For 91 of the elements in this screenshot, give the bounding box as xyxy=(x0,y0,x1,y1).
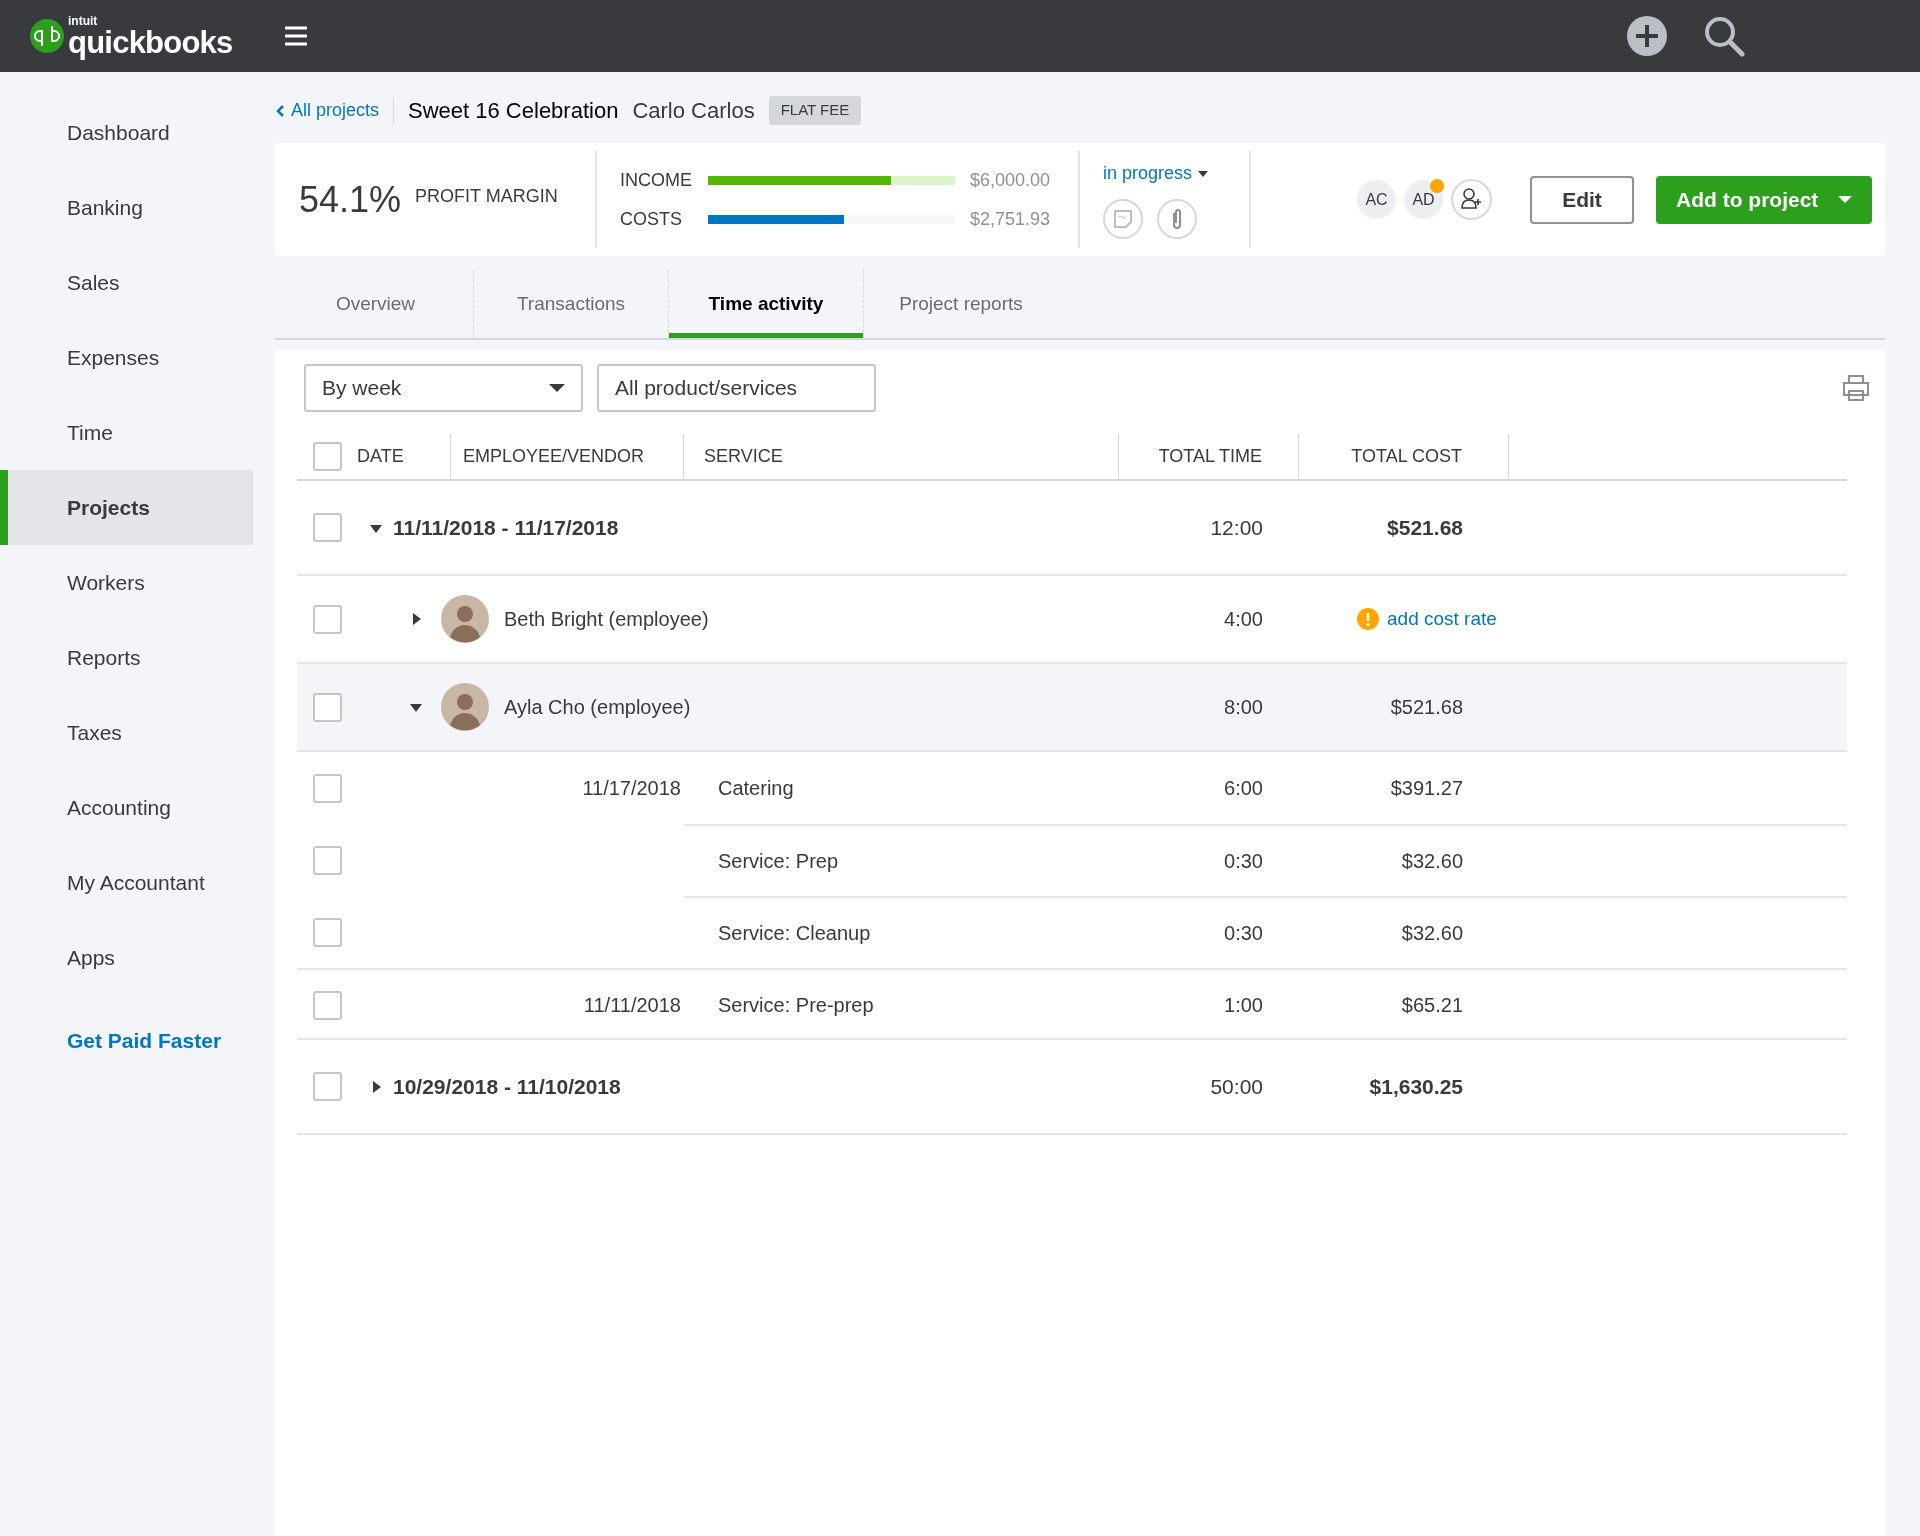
logo-caption: intuit xyxy=(68,14,99,27)
checkbox[interactable] xyxy=(313,692,342,722)
checkbox[interactable] xyxy=(313,917,342,947)
table-cell-text: 50:00 xyxy=(1209,1073,1264,1100)
menu-icon[interactable] xyxy=(282,25,309,47)
column-header: DATE xyxy=(357,445,404,468)
product-filter[interactable]: All product/services xyxy=(597,364,876,412)
sidebar-item[interactable]: Workers xyxy=(0,545,253,620)
caret-down-icon xyxy=(1198,169,1209,178)
member-avatar[interactable]: AD xyxy=(1404,180,1443,219)
checkbox[interactable] xyxy=(313,442,342,471)
project-title: Sweet 16 Celebration xyxy=(408,97,619,125)
bar-label: COSTS xyxy=(620,207,683,231)
sidebar-item[interactable]: Apps xyxy=(0,920,253,995)
profit-margin-label: PROFIT MARGIN xyxy=(415,185,558,208)
chevron-left-icon xyxy=(275,103,285,118)
service-name: Service: Prep xyxy=(718,849,839,874)
tab[interactable]: Time activity xyxy=(669,270,863,338)
column-header: SERVICE xyxy=(704,445,783,468)
table-cell-text: $521.68 xyxy=(1389,695,1464,720)
column-header: TOTAL TIME xyxy=(1158,445,1262,468)
attachment-icon[interactable] xyxy=(1157,199,1197,239)
caret-down-icon xyxy=(1838,195,1852,204)
sidebar-item[interactable]: Projects xyxy=(0,470,253,545)
back-link[interactable]: All projects xyxy=(275,97,395,124)
sidebar-item[interactable]: My Accountant xyxy=(0,845,253,920)
table-cell-text: $1,630.25 xyxy=(1368,1073,1464,1100)
checkbox[interactable] xyxy=(313,845,342,875)
bar-value: $2,751.93 xyxy=(968,207,1050,231)
avatar-icon xyxy=(441,595,489,643)
checkbox[interactable] xyxy=(313,513,342,542)
table-cell-text: 8:00 xyxy=(1223,695,1264,720)
entry-date: 11/17/2018 xyxy=(582,776,681,801)
sidebar-item[interactable]: Expenses xyxy=(0,320,253,395)
table-cell-text: $65.21 xyxy=(1400,993,1464,1018)
table-cell-text: 12:00 xyxy=(1209,514,1264,541)
member-avatar[interactable]: AC xyxy=(1357,180,1396,219)
table-cell-text: $32.60 xyxy=(1400,921,1464,946)
edit-button[interactable]: Edit xyxy=(1530,175,1634,224)
bar-label: INCOME xyxy=(620,168,693,192)
sidebar-item[interactable]: Banking xyxy=(0,170,253,245)
service-name: Service: Pre-prep xyxy=(718,993,874,1018)
search-icon[interactable] xyxy=(1703,15,1745,57)
employee-name: Beth Bright (employee) xyxy=(504,607,709,632)
column-header: EMPLOYEE/VENDOR xyxy=(463,445,645,468)
tab[interactable]: Project reports xyxy=(864,270,1058,338)
week-range: 10/29/2018 - 11/10/2018 xyxy=(393,1073,621,1100)
sidebar-item[interactable]: Reports xyxy=(0,620,253,695)
checkbox[interactable] xyxy=(313,990,342,1020)
status-dropdown[interactable]: in progress xyxy=(1103,160,1249,187)
checkbox[interactable] xyxy=(313,1072,342,1101)
tab[interactable]: Transactions xyxy=(474,270,668,338)
sidebar-item[interactable]: Accounting xyxy=(0,770,253,845)
bar-value: $6,000.00 xyxy=(968,168,1050,192)
warning-icon xyxy=(1357,608,1379,630)
sidebar-item[interactable]: Sales xyxy=(0,245,253,320)
table-cell-text: $521.68 xyxy=(1386,514,1464,541)
table-cell-text: 0:30 xyxy=(1224,921,1263,946)
logo-icon xyxy=(30,19,64,53)
table-cell-text: $391.27 xyxy=(1389,776,1464,801)
promo-link[interactable]: Get Paid Faster xyxy=(0,1025,253,1057)
entry-date: 11/11/2018 xyxy=(583,993,681,1018)
sidebar-item[interactable]: Dashboard xyxy=(0,95,253,170)
table-cell-text: $32.60 xyxy=(1400,849,1464,874)
period-dropdown[interactable]: By week xyxy=(304,364,583,412)
table-cell-text: 0:30 xyxy=(1224,849,1263,874)
customer-name: Carlo Carlos xyxy=(632,97,755,125)
checkbox[interactable] xyxy=(313,773,342,803)
service-name: Catering xyxy=(718,776,794,801)
column-header: TOTAL COST xyxy=(1351,445,1462,468)
add-icon[interactable] xyxy=(1627,16,1667,56)
fee-tag: FLAT FEE xyxy=(768,96,862,125)
print-icon[interactable] xyxy=(1841,373,1871,403)
add-user-icon[interactable] xyxy=(1451,179,1492,220)
tab[interactable]: Overview xyxy=(278,270,473,338)
caret-down-icon xyxy=(549,383,565,393)
employee-row[interactable]: Ayla Cho (employee) 8:00 $521.68 xyxy=(297,664,1847,752)
checkbox[interactable] xyxy=(313,604,342,634)
profit-margin-value: 54.1% xyxy=(299,177,402,222)
sidebar-item[interactable]: Time xyxy=(0,395,253,470)
avatar-icon xyxy=(441,683,489,731)
table-cell-text: 6:00 xyxy=(1224,776,1263,801)
employee-name: Ayla Cho (employee) xyxy=(504,695,691,720)
add-cost-rate-link[interactable]: add cost rate xyxy=(1387,604,1497,634)
note-icon[interactable] xyxy=(1103,199,1143,239)
table-cell-text: 1:00 xyxy=(1224,993,1263,1018)
service-name: Service: Cleanup xyxy=(718,921,871,946)
table-cell-text: 4:00 xyxy=(1223,607,1264,632)
sidebar-item[interactable]: Taxes xyxy=(0,695,253,770)
week-range: 11/11/2018 - 11/17/2018 xyxy=(393,514,619,541)
logo-wordmark: quickbooks xyxy=(68,26,233,58)
